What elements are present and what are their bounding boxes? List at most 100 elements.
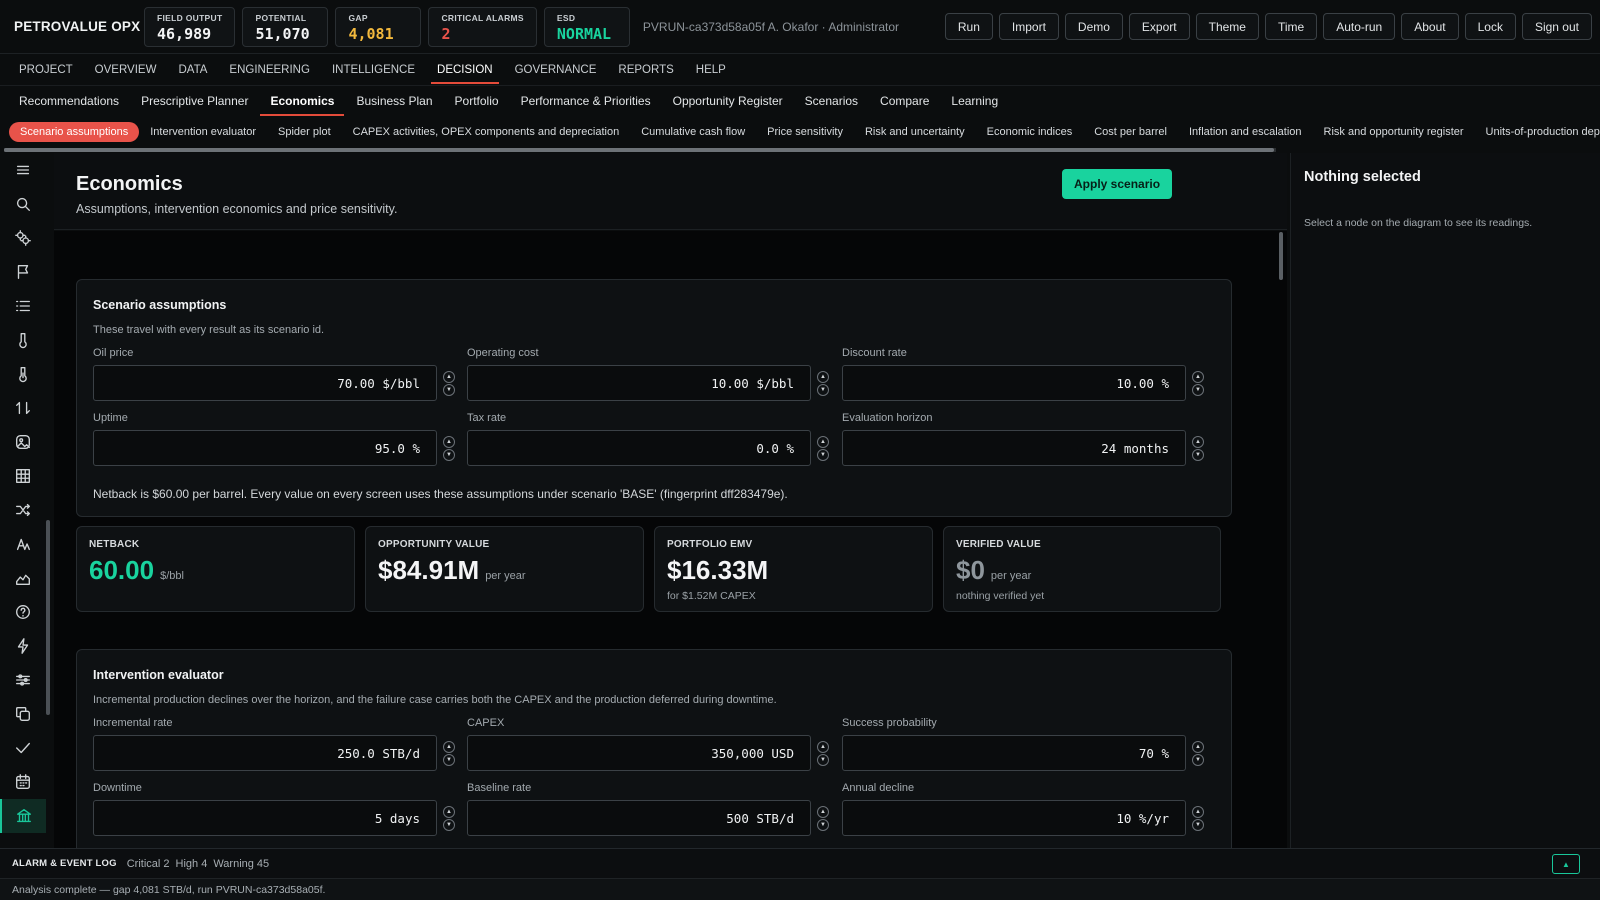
increment-icon[interactable]: ▲ [443, 740, 455, 753]
rail-item-calendar[interactable] [0, 765, 46, 799]
rail-scrollbar[interactable] [46, 520, 50, 715]
decrement-icon[interactable]: ▼ [1192, 753, 1204, 766]
rail-item-area-chart[interactable] [0, 561, 46, 595]
increment-icon[interactable]: ▲ [443, 435, 455, 448]
import-button[interactable]: Import [998, 13, 1059, 40]
oil-price-stepper[interactable]: ▲ ▼ [443, 370, 455, 396]
chips-scrollbar-thumb[interactable] [4, 148, 1274, 152]
increment-icon[interactable]: ▲ [443, 370, 455, 383]
nav-help[interactable]: HELP [696, 54, 726, 86]
alarm-event-log-bar[interactable]: ALARM & EVENT LOG Critical 2 High 4 Warnin… [0, 848, 1600, 878]
decrement-icon[interactable]: ▼ [1192, 818, 1204, 831]
increment-icon[interactable]: ▲ [817, 740, 829, 753]
chip-cost-per-barrel[interactable]: Cost per barrel [1083, 122, 1178, 142]
uptime-stepper[interactable]: ▲ ▼ [443, 435, 455, 461]
tab-business-plan[interactable]: Business Plan [356, 86, 432, 116]
chip-scenario-assumptions[interactable]: Scenario assumptions [9, 122, 140, 142]
success-probability-input[interactable]: 70 % [842, 735, 1186, 771]
increment-icon[interactable]: ▲ [817, 435, 829, 448]
rail-item-list[interactable] [0, 289, 46, 323]
decrement-icon[interactable]: ▼ [443, 753, 455, 766]
time-button[interactable]: Time [1264, 13, 1318, 40]
capex-stepper[interactable]: ▲ ▼ [817, 740, 829, 766]
rail-item-help[interactable] [0, 595, 46, 629]
baseline-rate-input[interactable]: 500 STB/d [467, 800, 811, 836]
chip-spider-plot[interactable]: Spider plot [267, 122, 342, 142]
chip-capex-activities-opex-components-and-depreciation[interactable]: CAPEX activities, OPEX components and de… [342, 122, 631, 142]
export-button[interactable]: Export [1128, 13, 1190, 40]
operating-cost-stepper[interactable]: ▲ ▼ [817, 370, 829, 396]
rail-item-check[interactable] [0, 731, 46, 765]
lock-button[interactable]: Lock [1464, 13, 1516, 40]
rail-item-transfer[interactable] [0, 391, 46, 425]
sign-out-button[interactable]: Sign out [1521, 13, 1592, 40]
tab-portfolio[interactable]: Portfolio [455, 86, 499, 116]
baseline-rate-stepper[interactable]: ▲ ▼ [817, 805, 829, 831]
decrement-icon[interactable]: ▼ [443, 383, 455, 396]
apply-scenario-button[interactable]: Apply scenario [1062, 169, 1173, 199]
tax-rate-stepper[interactable]: ▲ ▼ [817, 435, 829, 461]
decrement-icon[interactable]: ▼ [443, 818, 455, 831]
decrement-icon[interactable]: ▼ [817, 753, 829, 766]
incremental-rate-input[interactable]: 250.0 STB/d [93, 735, 437, 771]
chip-price-sensitivity[interactable]: Price sensitivity [756, 122, 854, 142]
nav-project[interactable]: PROJECT [19, 54, 73, 86]
rail-item-thermometer[interactable] [0, 323, 46, 357]
chip-inflation-and-escalation[interactable]: Inflation and escalation [1178, 122, 1313, 142]
nav-intelligence[interactable]: INTELLIGENCE [332, 54, 415, 86]
decrement-icon[interactable]: ▼ [1192, 448, 1204, 461]
chip-intervention-evaluator[interactable]: Intervention evaluator [139, 122, 267, 142]
downtime-input[interactable]: 5 days [93, 800, 437, 836]
decrement-icon[interactable]: ▼ [1192, 383, 1204, 396]
rail-item-sliders[interactable] [0, 663, 46, 697]
tab-compare[interactable]: Compare [880, 86, 929, 116]
uptime-input[interactable]: 95.0 % [93, 430, 437, 466]
discount-rate-input[interactable]: 10.00 % [842, 365, 1186, 401]
nav-decision[interactable]: DECISION [431, 54, 499, 86]
rail-item-menu[interactable] [0, 153, 46, 187]
chips-scrollbar[interactable] [4, 148, 1276, 152]
tax-rate-input[interactable]: 0.0 % [467, 430, 811, 466]
rail-item-search[interactable] [0, 187, 46, 221]
content-scrollbar[interactable] [1279, 232, 1283, 280]
rail-item-grid[interactable] [0, 459, 46, 493]
annual-decline-input[interactable]: 10 %/yr [842, 800, 1186, 836]
theme-button[interactable]: Theme [1195, 13, 1259, 40]
incremental-rate-stepper[interactable]: ▲ ▼ [443, 740, 455, 766]
rail-item-flag[interactable] [0, 255, 46, 289]
tab-opportunity-register[interactable]: Opportunity Register [673, 86, 783, 116]
chip-units-of-production-deprec[interactable]: Units-of-production deprec [1475, 122, 1600, 142]
oil-price-input[interactable]: 70.00 $/bbl [93, 365, 437, 401]
decrement-icon[interactable]: ▼ [443, 448, 455, 461]
rail-item-bank[interactable] [0, 799, 46, 833]
tab-economics[interactable]: Economics [260, 86, 345, 116]
tab-learning[interactable]: Learning [951, 86, 998, 116]
about-button[interactable]: About [1401, 13, 1459, 40]
rail-item-shuffle[interactable] [0, 493, 46, 527]
operating-cost-input[interactable]: 10.00 $/bbl [467, 365, 811, 401]
success-probability-stepper[interactable]: ▲ ▼ [1192, 740, 1204, 766]
rail-item-copy[interactable] [0, 697, 46, 731]
chip-risk-and-opportunity-register[interactable]: Risk and opportunity register [1313, 122, 1475, 142]
discount-rate-stepper[interactable]: ▲ ▼ [1192, 370, 1204, 396]
annual-decline-stepper[interactable]: ▲ ▼ [1192, 805, 1204, 831]
nav-engineering[interactable]: ENGINEERING [229, 54, 310, 86]
tab-prescriptive-planner[interactable]: Prescriptive Planner [141, 86, 248, 116]
chip-risk-and-uncertainty[interactable]: Risk and uncertainty [854, 122, 976, 142]
chip-economic-indices[interactable]: Economic indices [976, 122, 1084, 142]
capex-input[interactable]: 350,000 USD [467, 735, 811, 771]
rail-item-text[interactable] [0, 527, 46, 561]
decrement-icon[interactable]: ▼ [817, 818, 829, 831]
evaluation-horizon-input[interactable]: 24 months [842, 430, 1186, 466]
chip-cumulative-cash-flow[interactable]: Cumulative cash flow [630, 122, 756, 142]
decrement-icon[interactable]: ▼ [817, 383, 829, 396]
run-button[interactable]: Run [944, 13, 993, 40]
decrement-icon[interactable]: ▼ [817, 448, 829, 461]
rail-item-thermometer-alt[interactable] [0, 357, 46, 391]
evaluation-horizon-stepper[interactable]: ▲ ▼ [1192, 435, 1204, 461]
increment-icon[interactable]: ▲ [1192, 805, 1204, 818]
auto-run-button[interactable]: Auto-run [1323, 13, 1396, 40]
nav-overview[interactable]: OVERVIEW [95, 54, 157, 86]
tab-performance-priorities[interactable]: Performance & Priorities [521, 86, 651, 116]
tab-scenarios[interactable]: Scenarios [805, 86, 858, 116]
